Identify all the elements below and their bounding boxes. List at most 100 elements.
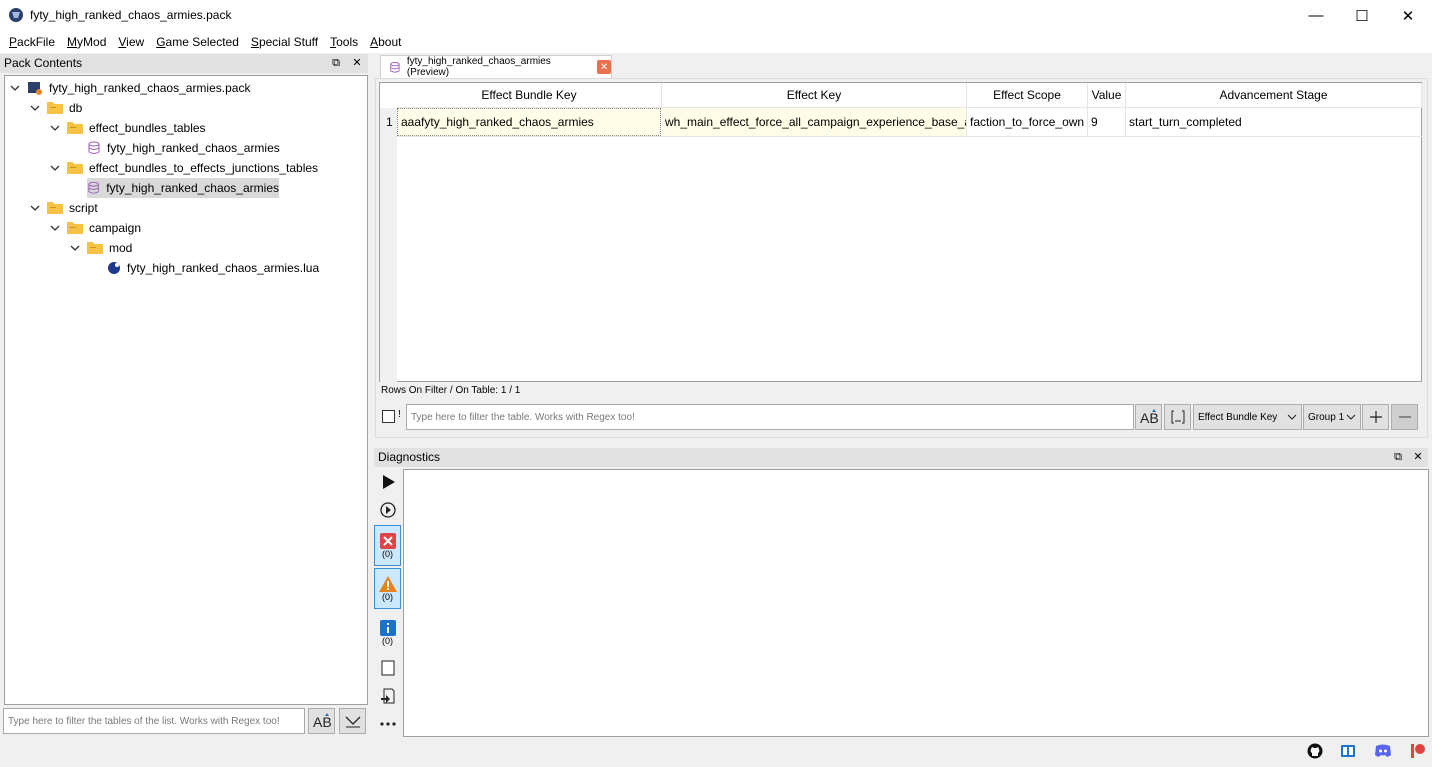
chevron-down-icon[interactable]	[49, 222, 61, 234]
case-sensitive-icon: AB	[313, 713, 331, 729]
close-tab-icon[interactable]: ✕	[597, 60, 611, 74]
tree-item-script[interactable]: script	[29, 198, 98, 218]
tree-item-pack[interactable]: fyty_high_ranked_chaos_armies.pack	[9, 78, 250, 98]
chevron-down-icon[interactable]	[29, 202, 41, 214]
warning-count: (0)	[382, 591, 393, 602]
maximize-button[interactable]: ☐	[1339, 0, 1385, 31]
lua-icon	[108, 262, 120, 274]
tree-item-junctions-tables[interactable]: effect_bundles_to_effects_junctions_tabl…	[49, 158, 318, 178]
toggle-warnings-button[interactable]: (0)	[374, 568, 401, 609]
table-filter-placeholder: Type here to filter the table. Works wit…	[411, 411, 635, 423]
tree-item-mod[interactable]: mod	[69, 238, 132, 258]
table-cell-effect-key[interactable]: wh_main_effect_force_all_campaign_experi…	[662, 108, 967, 136]
page-icon	[381, 660, 394, 675]
chevron-down-icon[interactable]	[69, 242, 81, 254]
menu-tools[interactable]: Tools	[324, 32, 364, 52]
tree-item-label: fyty_high_ranked_chaos_armies.pack	[49, 81, 251, 95]
tree-item-effect-bundles-tables[interactable]: effect_bundles_tables	[49, 118, 206, 138]
diagnostics-title: Diagnostics	[378, 450, 441, 464]
case-sensitive-button[interactable]: AB	[308, 708, 335, 734]
minimize-button[interactable]: —	[1293, 0, 1339, 31]
filter-options-button[interactable]	[339, 708, 366, 734]
chevron-down-icon	[1346, 414, 1356, 420]
chevron-down-icon	[345, 716, 360, 728]
pack-tree[interactable]: fyty_high_ranked_chaos_armies.pack db ef…	[4, 75, 368, 705]
error-count: (0)	[382, 548, 393, 559]
tree-item-table-bundles[interactable]: fyty_high_ranked_chaos_armies	[87, 138, 365, 158]
case-sensitive-button[interactable]: AB	[1135, 404, 1162, 430]
folder-icon	[67, 122, 83, 134]
tree-item-db[interactable]: db	[29, 98, 82, 118]
menu-game-selected[interactable]: Game Selected	[150, 32, 245, 52]
open-file-button[interactable]	[374, 683, 401, 708]
folder-icon	[47, 102, 63, 114]
float-dock-icon[interactable]: ⧉	[1390, 448, 1406, 467]
current-file-only-button[interactable]	[374, 655, 401, 680]
gear-play-icon	[379, 501, 396, 518]
database-icon	[88, 141, 100, 154]
rows-on-filter-status: Rows On Filter / On Table: 1 / 1	[381, 385, 521, 396]
menu-view[interactable]: View	[112, 32, 150, 52]
tree-item-table-junctions-selected[interactable]: fyty_high_ranked_chaos_armies	[87, 178, 279, 198]
close-dock-icon[interactable]: ✕	[1410, 448, 1426, 467]
filter-group-value: Group 1	[1308, 411, 1345, 423]
tree-item-label: fyty_high_ranked_chaos_armies	[107, 141, 280, 155]
column-header-effect-key[interactable]: Effect Key	[662, 83, 967, 108]
folder-icon	[67, 222, 83, 234]
table-cell-advancement-stage[interactable]: start_turn_completed	[1126, 108, 1422, 136]
row-header-column	[380, 108, 397, 382]
remove-filter-button[interactable]	[1391, 404, 1418, 430]
row-index[interactable]: 1	[382, 108, 397, 136]
close-window-button[interactable]: ✕	[1385, 0, 1431, 31]
check-current-button[interactable]	[374, 497, 401, 522]
data-table[interactable]: Effect Bundle Key Effect Key Effect Scop…	[379, 82, 1422, 382]
invert-filter-label: !	[398, 409, 401, 420]
invert-filter-checkbox[interactable]	[382, 410, 395, 423]
run-diagnostics-button[interactable]	[374, 469, 401, 494]
chevron-down-icon[interactable]	[29, 102, 41, 114]
diagnostics-results-list[interactable]	[403, 469, 1429, 737]
filter-column-select[interactable]: Effect Bundle Key	[1193, 404, 1302, 430]
brackets-icon	[1171, 410, 1184, 424]
ellipsis-icon	[379, 721, 396, 726]
title-bar: fyty_high_ranked_chaos_armies.pack — ☐ ✕	[0, 0, 1432, 31]
more-options-button[interactable]	[374, 711, 401, 736]
pack-contents-title: Pack Contents	[4, 56, 83, 70]
table-filter-input[interactable]: Type here to filter the table. Works wit…	[406, 404, 1134, 430]
chevron-down-icon[interactable]	[9, 82, 21, 94]
toggle-errors-button[interactable]: (0)	[374, 525, 401, 566]
discord-icon[interactable]	[1374, 743, 1392, 759]
add-filter-button[interactable]	[1362, 404, 1389, 430]
column-header-effect-bundle-key[interactable]: Effect Bundle Key	[397, 83, 662, 108]
diagnostics-title-bar: Diagnostics	[374, 448, 1428, 467]
manual-book-icon[interactable]	[1340, 743, 1356, 759]
patreon-icon[interactable]	[1410, 743, 1426, 759]
table-cell-bundle-key[interactable]: aaafyty_high_ranked_chaos_armies	[397, 108, 661, 136]
filter-group-select[interactable]: Group 1	[1303, 404, 1361, 430]
menu-about[interactable]: About	[364, 32, 407, 52]
chevron-down-icon[interactable]	[49, 162, 61, 174]
menu-packfile[interactable]: PackFile	[3, 32, 61, 52]
regex-toggle-button[interactable]	[1164, 404, 1191, 430]
tab-table-preview[interactable]: fyty_high_ranked_chaos_armies (Preview) …	[380, 55, 612, 78]
tree-item-lua[interactable]: fyty_high_ranked_chaos_armies.lua	[107, 258, 365, 278]
column-header-advancement-stage[interactable]: Advancement Stage	[1126, 83, 1422, 108]
menu-mymod[interactable]: MyMod	[61, 32, 112, 52]
table-cell-effect-scope[interactable]: faction_to_force_own	[967, 108, 1088, 136]
column-header-value[interactable]: Value	[1088, 83, 1126, 108]
pack-filter-input[interactable]: Type here to filter the tables of the li…	[3, 708, 305, 734]
tree-item-campaign[interactable]: campaign	[49, 218, 141, 238]
close-dock-icon[interactable]: ✕	[349, 54, 365, 73]
float-dock-icon[interactable]: ⧉	[328, 54, 344, 73]
toggle-info-button[interactable]: (0)	[374, 612, 401, 653]
github-icon[interactable]	[1307, 743, 1323, 759]
folder-icon	[47, 202, 63, 214]
info-count: (0)	[382, 635, 393, 646]
case-sensitive-icon: AB	[1140, 409, 1158, 425]
menu-special-stuff[interactable]: Special Stuff	[245, 32, 324, 52]
tree-item-label: fyty_high_ranked_chaos_armies	[106, 181, 279, 195]
chevron-down-icon[interactable]	[49, 122, 61, 134]
table-cell-value[interactable]: 9	[1088, 108, 1126, 136]
chevron-down-icon	[1287, 414, 1297, 420]
column-header-effect-scope[interactable]: Effect Scope	[967, 83, 1088, 108]
